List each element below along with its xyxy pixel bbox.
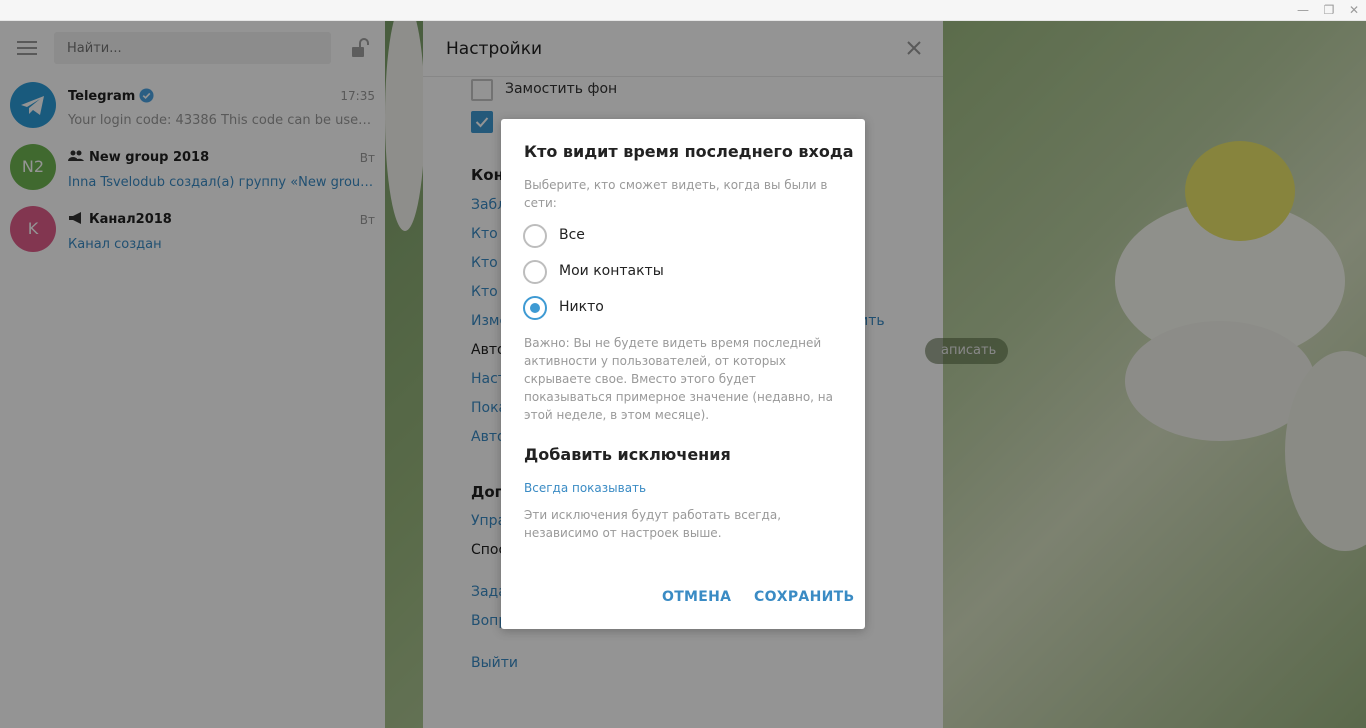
radio-option-nobody[interactable]: Никто	[523, 296, 823, 320]
dialog-title: Кто видит время последнего входа	[524, 142, 854, 161]
minimize-button[interactable]: —	[1290, 2, 1316, 19]
cancel-button[interactable]: ОТМЕНА	[662, 589, 731, 605]
maximize-button[interactable]: ❐	[1316, 2, 1342, 19]
exceptions-note: Эти исключения будут работать всегда, не…	[524, 508, 782, 540]
radio-label: Все	[559, 227, 585, 243]
radio-button-selected[interactable]	[523, 296, 547, 320]
radio-option-everybody[interactable]: Все	[523, 224, 823, 248]
radio-button[interactable]	[523, 224, 547, 248]
dialog-description: Выберите, кто сможет видеть, когда вы бы…	[524, 178, 828, 210]
close-window-button[interactable]: ✕	[1341, 2, 1366, 19]
window-titlebar: — ❐ ✕	[0, 0, 1366, 21]
last-seen-privacy-dialog: Кто видит время последнего входа Выберит…	[501, 119, 865, 629]
radio-option-contacts[interactable]: Мои контакты	[523, 260, 823, 284]
radio-label: Никто	[559, 299, 604, 315]
save-button[interactable]: СОХРАНИТЬ	[754, 589, 854, 605]
always-show-link[interactable]: Всегда показывать	[524, 481, 646, 495]
exceptions-title: Добавить исключения	[524, 445, 731, 464]
dialog-note: Важно: Вы не будете видеть время последн…	[524, 336, 834, 422]
radio-button[interactable]	[523, 260, 547, 284]
radio-label: Мои контакты	[559, 263, 664, 279]
